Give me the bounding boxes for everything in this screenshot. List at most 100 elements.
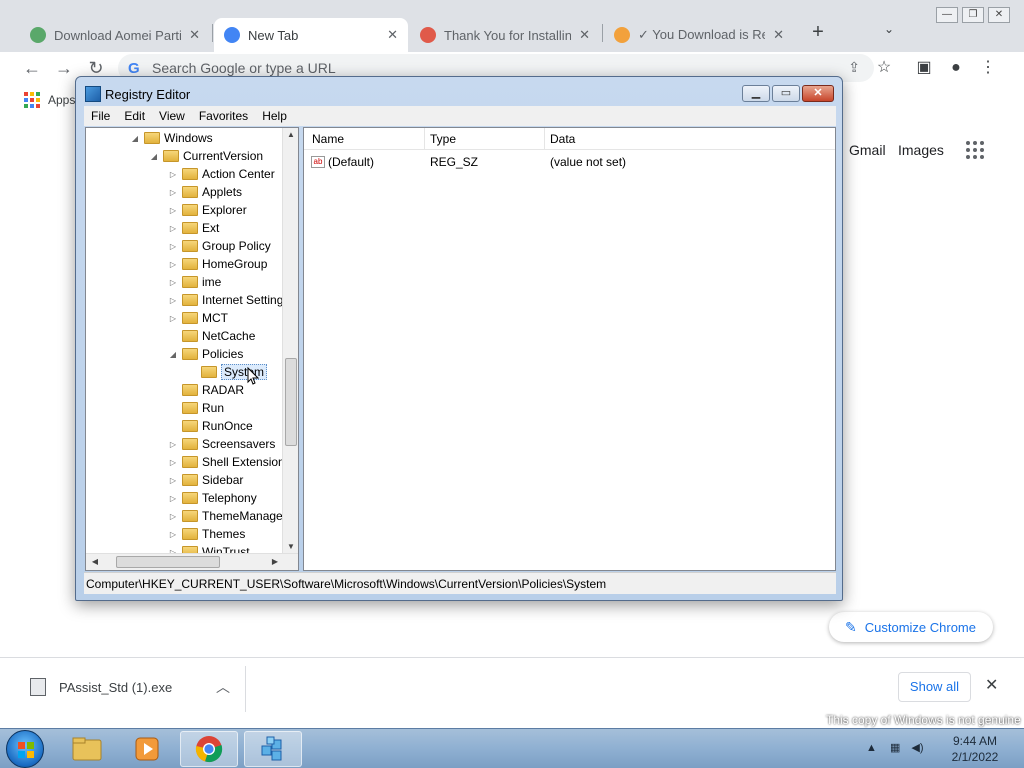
start-button[interactable]	[6, 730, 44, 768]
show-hidden-icons-icon[interactable]: ▲	[866, 742, 877, 754]
tree-item[interactable]: ▷ ThemeManager	[168, 507, 287, 525]
tree-item[interactable]: ▷ Telephony	[168, 489, 257, 507]
expand-arrow-icon[interactable]: ▷	[168, 512, 178, 521]
tree-item[interactable]: ◢ Policies	[168, 345, 243, 363]
expand-arrow-icon[interactable]: ▷	[168, 260, 178, 269]
chrome-taskbar-button[interactable]	[180, 731, 238, 767]
tree-item[interactable]: ▷ MCT	[168, 309, 228, 327]
expand-arrow-icon[interactable]: ▷	[168, 188, 178, 197]
tree-horizontal-scrollbar[interactable]: ◀ ▶	[86, 553, 298, 570]
chrome-menu-icon[interactable]: ⋮	[976, 56, 1000, 80]
scroll-right-arrow-icon[interactable]: ▶	[268, 554, 282, 570]
scroll-left-arrow-icon[interactable]: ◀	[88, 554, 102, 570]
download-filename[interactable]: PAssist_Std (1).exe	[59, 680, 172, 695]
clock[interactable]: 9:44 AM 2/1/2022	[944, 733, 1006, 765]
regedit-close-button[interactable]: ✕	[802, 85, 834, 102]
expand-arrow-icon[interactable]: ▷	[168, 494, 178, 503]
volume-icon[interactable]: ◀)	[911, 742, 923, 754]
forward-arrow-icon[interactable]: →	[52, 56, 76, 80]
tree-item[interactable]: ▷ Ext	[168, 219, 219, 237]
tree-item[interactable]: ▷ Screensavers	[168, 435, 275, 453]
new-tab-button[interactable]: +	[806, 20, 830, 44]
tree-item[interactable]: ◢ CurrentVersion	[149, 147, 263, 165]
tree-item[interactable]: ▷ ime	[168, 273, 221, 291]
column-header-name[interactable]: Name	[312, 132, 344, 146]
show-all-button[interactable]: Show all	[898, 672, 971, 702]
tab-close-icon[interactable]: ✕	[773, 27, 784, 43]
tab-close-icon[interactable]: ✕	[579, 27, 590, 43]
apps-grid-icon[interactable]	[24, 92, 40, 108]
column-header-data[interactable]: Data	[550, 132, 575, 146]
tree-item[interactable]: ◢ Windows	[130, 129, 213, 147]
tab-close-icon[interactable]: ✕	[189, 27, 200, 43]
regedit-maximize-button[interactable]: ▭	[772, 85, 800, 102]
close-button[interactable]: ✕	[988, 7, 1010, 23]
tab-search-chevron-icon[interactable]: ⌄	[884, 22, 894, 36]
tree-item[interactable]: RADAR	[168, 381, 244, 399]
media-player-taskbar-button[interactable]	[118, 731, 176, 767]
bookmark-star-icon[interactable]: ☆	[872, 56, 896, 80]
google-apps-icon[interactable]	[966, 141, 984, 159]
apps-link[interactable]: Apps	[48, 93, 75, 107]
expand-arrow-icon[interactable]: ▷	[168, 458, 178, 467]
side-panel-icon[interactable]: ▣	[912, 56, 936, 80]
column-header-type[interactable]: Type	[430, 132, 456, 146]
regedit-taskbar-button[interactable]	[244, 731, 302, 767]
menu-view[interactable]: View	[152, 109, 192, 123]
expand-arrow-icon[interactable]: ◢	[130, 134, 140, 143]
menu-edit[interactable]: Edit	[117, 109, 152, 123]
close-download-bar-icon[interactable]: ✕	[985, 675, 998, 695]
scroll-thumb[interactable]	[285, 358, 297, 446]
tree-item[interactable]: ▷ Sidebar	[168, 471, 243, 489]
tab-new-tab[interactable]: New Tab ✕	[214, 18, 408, 52]
network-icon[interactable]: ▦	[890, 742, 900, 754]
tree-item[interactable]: NetCache	[168, 327, 255, 345]
expand-arrow-icon[interactable]: ▷	[168, 296, 178, 305]
restore-button[interactable]: ❐	[962, 7, 984, 23]
tree-vertical-scrollbar[interactable]: ▲ ▼	[282, 128, 298, 554]
expand-arrow-icon[interactable]: ▷	[168, 170, 178, 179]
tree-item[interactable]: ▷ Internet Settings	[168, 291, 289, 309]
expand-arrow-icon[interactable]: ▷	[168, 314, 178, 323]
tree-item[interactable]: ▷ Explorer	[168, 201, 247, 219]
tree-item[interactable]: ▷ HomeGroup	[168, 255, 267, 273]
tree-item[interactable]: RunOnce	[168, 417, 253, 435]
values-list[interactable]: Name Type Data ab (Default) REG_SZ (valu…	[303, 127, 836, 571]
expand-arrow-icon[interactable]: ▷	[168, 476, 178, 485]
expand-arrow-icon[interactable]: ◢	[149, 152, 159, 161]
chevron-up-icon[interactable]: ︿	[216, 677, 230, 697]
expand-arrow-icon[interactable]: ◢	[168, 350, 178, 359]
regedit-minimize-button[interactable]: ▁	[742, 85, 770, 102]
tab-you-download[interactable]: ✓ You Download is Rea ✕	[604, 18, 794, 52]
explorer-taskbar-button[interactable]	[58, 731, 116, 767]
expand-arrow-icon[interactable]: ▷	[168, 440, 178, 449]
expand-arrow-icon[interactable]: ▷	[168, 224, 178, 233]
tree-item[interactable]: ▷ Themes	[168, 525, 245, 543]
tab-thank-you[interactable]: Thank You for Installing ✕	[410, 18, 600, 52]
share-icon[interactable]: ⇪	[848, 59, 860, 76]
tree-item[interactable]: Run	[168, 399, 224, 417]
tree-item[interactable]: ▷ Shell Extensions	[168, 453, 291, 471]
menu-file[interactable]: File	[84, 109, 117, 123]
profile-avatar-icon[interactable]: ●	[944, 56, 968, 80]
expand-arrow-icon[interactable]: ▷	[168, 206, 178, 215]
customize-chrome-button[interactable]: ✎ Customize Chrome	[829, 612, 993, 642]
expand-arrow-icon[interactable]: ▷	[168, 242, 178, 251]
tree-item[interactable]: ▷ Applets	[168, 183, 242, 201]
scroll-down-arrow-icon[interactable]: ▼	[283, 540, 298, 554]
back-arrow-icon[interactable]: ←	[20, 56, 44, 80]
tree-item[interactable]: ▷ Group Policy	[168, 237, 271, 255]
expand-arrow-icon[interactable]: ▷	[168, 530, 178, 539]
expand-arrow-icon[interactable]: ▷	[168, 278, 178, 287]
key-tree[interactable]: ◢ Windows ◢ CurrentVersion ▷ Action Center ▷ Ap…	[85, 127, 299, 571]
minimize-button[interactable]: —	[936, 7, 958, 23]
tab-close-icon[interactable]: ✕	[387, 27, 398, 43]
gmail-link[interactable]: Gmail	[849, 142, 886, 158]
tab-download-aomei[interactable]: Download Aomei Partitio ✕	[20, 18, 210, 52]
images-link[interactable]: Images	[898, 142, 944, 158]
menu-help[interactable]: Help	[255, 109, 294, 123]
menu-favorites[interactable]: Favorites	[192, 109, 255, 123]
scroll-thumb[interactable]	[116, 556, 220, 568]
scroll-up-arrow-icon[interactable]: ▲	[283, 128, 298, 142]
tree-item[interactable]: ▷ Action Center	[168, 165, 275, 183]
